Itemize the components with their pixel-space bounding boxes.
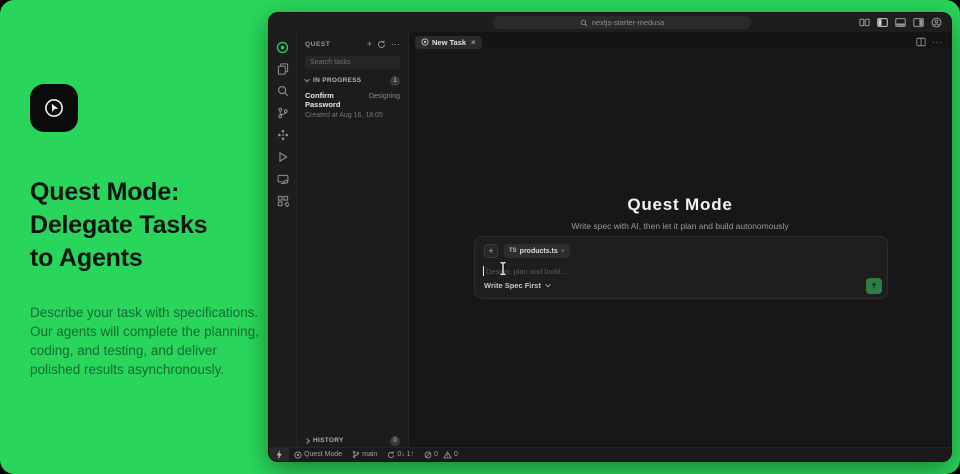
app-logo [30,84,78,132]
more-actions-icon[interactable]: ··· [932,38,943,47]
send-button[interactable] [866,278,882,294]
split-editor-icon[interactable] [916,37,926,47]
new-task-button[interactable]: + [367,40,372,49]
panel-title: QUEST [305,41,362,48]
customize-layout-icon[interactable] [859,17,870,28]
toggle-secondary-sidebar-icon[interactable] [913,17,924,28]
status-bar: Quest Mode main 0↓ 1↑ [269,447,951,461]
file-name: products.ts [520,248,558,255]
promo-heading: Quest Mode: Delegate Tasks to Agents [30,176,262,275]
window-titlebar: nextjs-starter-medusa [269,13,951,32]
promo-heading-line: to Agents [30,242,262,275]
activity-quest-icon[interactable] [273,40,293,54]
project-search-bar[interactable]: nextjs-starter-medusa [493,16,751,29]
typescript-file-icon: TS [509,248,517,254]
editor-main: New Task × ··· Quest Mode Write spec wit… [409,32,951,447]
sync-counts: 0↓ 1↑ [397,451,414,458]
hero-subtitle: Write spec with AI, then let it plan and… [409,221,951,231]
task-created-at: Created at Aug 16, 18:05 [305,112,400,119]
hero-title: Quest Mode [409,195,951,215]
history-section-header[interactable]: HISTORY 0 [297,434,408,447]
chevron-down-icon [304,76,310,82]
promo-card: Quest Mode: Delegate Tasks to Agents Des… [0,0,960,474]
editor-actions: ··· [916,37,943,47]
tab-close-icon[interactable]: × [471,38,476,47]
section-label: IN PROGRESS [313,77,386,84]
file-context-chip[interactable]: TS products.ts × [504,244,570,258]
status-branch[interactable]: main [347,450,382,459]
promo-heading-line: Quest Mode: [30,176,262,209]
extensions-icon[interactable] [273,194,293,208]
warnings-count: 0 [454,451,458,458]
add-context-button[interactable]: + [484,244,498,258]
in-progress-section-header[interactable]: IN PROGRESS 1 [297,73,408,88]
tab-new-task[interactable]: New Task × [415,36,482,49]
history-label: HISTORY [313,437,386,444]
editor-window: nextjs-starter-medusa [268,12,952,462]
task-list-item[interactable]: Confirm Password Designing Created at Au… [297,88,408,119]
history-count-badge: 0 [390,436,400,446]
quest-tab-icon [421,38,429,46]
project-name: nextjs-starter-medusa [592,18,665,27]
ibeam-cursor-icon [499,261,507,276]
quest-sidebar: QUEST + ··· Search tasks IN PROGRESS 1 C… [297,32,409,447]
status-quest-mode[interactable]: Quest Mode [289,451,347,459]
promo-panel: Quest Mode: Delegate Tasks to Agents Des… [30,84,262,379]
source-control-icon[interactable] [273,106,293,120]
spec-mode-selector[interactable]: Write Spec First [484,281,550,290]
promo-description: Describe your task with specifications. … [30,303,262,379]
branch-name: main [362,451,377,458]
remove-file-icon[interactable]: × [561,248,565,255]
chevron-right-icon [304,438,310,444]
task-status: Designing [369,93,400,100]
git-branch-icon [352,450,360,459]
refresh-icon[interactable] [377,40,386,49]
quest-mode-hero: Quest Mode Write spec with AI, then let … [409,195,951,231]
task-title: Confirm Password [305,91,369,109]
activity-bar [269,32,297,447]
status-problems[interactable]: 0 0 [419,451,463,459]
explorer-icon[interactable] [273,62,293,76]
lightning-icon [275,450,283,460]
errors-icon [424,451,432,459]
task-composer[interactable]: + TS products.ts × Design, plan and buil… [474,236,888,299]
search-icon [580,19,588,27]
toggle-primary-sidebar-icon[interactable] [877,17,888,28]
toggle-panel-icon[interactable] [895,17,906,28]
search-tasks-input[interactable]: Search tasks [305,56,400,69]
sync-icon [387,451,395,459]
account-icon[interactable] [931,17,942,28]
arrow-up-icon [870,282,878,290]
in-progress-count-badge: 1 [390,76,400,86]
warnings-icon [443,451,452,459]
agents-icon[interactable] [273,128,293,142]
remote-indicator[interactable] [269,448,289,461]
errors-count: 0 [434,451,438,458]
promo-heading-line: Delegate Tasks [30,209,262,242]
quest-panel-header: QUEST + ··· [297,36,408,53]
run-debug-icon[interactable] [273,150,293,164]
mode-label: Write Spec First [484,281,541,290]
text-caret [483,266,484,276]
status-sync[interactable]: 0↓ 1↑ [382,451,419,459]
tab-label: New Task [432,38,466,47]
editor-tab-bar: New Task × ··· [409,32,951,49]
status-mode-label: Quest Mode [304,451,342,458]
editor-content: Quest Mode Write spec with AI, then let … [409,49,951,447]
compass-arrow-icon [39,93,69,123]
titlebar-actions [859,17,942,28]
remote-explorer-icon[interactable] [273,172,293,186]
quest-status-icon [294,451,302,459]
search-icon[interactable] [273,84,293,98]
more-actions-button[interactable]: ··· [391,40,400,49]
task-description-input[interactable]: Design, plan and build... [483,266,566,276]
chevron-down-icon [545,281,551,287]
